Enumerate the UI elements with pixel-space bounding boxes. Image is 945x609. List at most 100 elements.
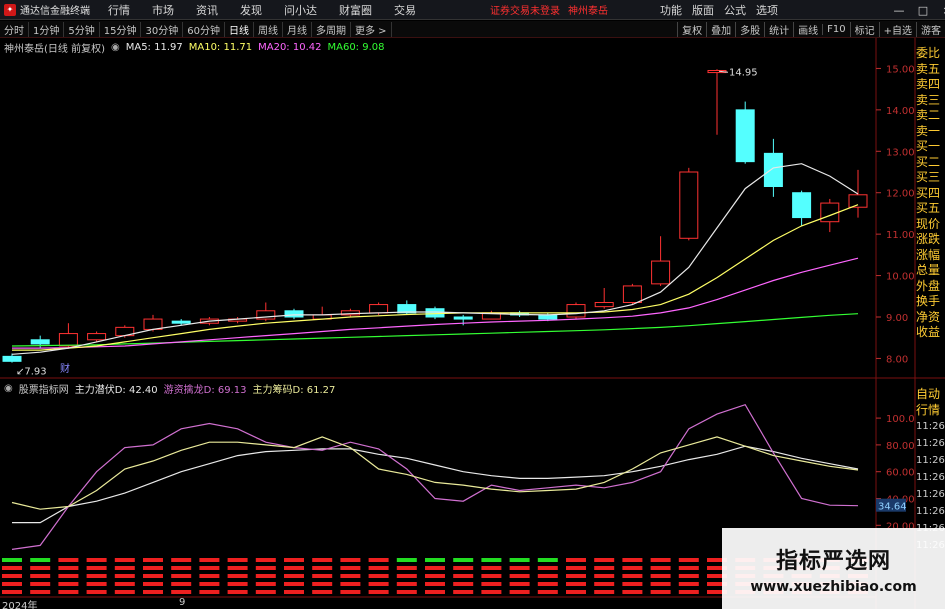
- signal-bar: [312, 566, 333, 570]
- sidebar-item[interactable]: 委比: [916, 46, 945, 62]
- signal-bar: [509, 574, 530, 578]
- signal-bar: [312, 574, 333, 578]
- signal-bar: [453, 574, 474, 578]
- sidebar-item[interactable]: 外盘: [916, 279, 945, 295]
- sidebar-item[interactable]: 涨跌: [916, 232, 945, 248]
- signal-bar: [622, 582, 643, 586]
- sidebar-quotes[interactable]: 行情: [916, 402, 945, 418]
- signal-bar: [425, 574, 445, 578]
- signal-bar: [227, 558, 248, 562]
- sidebar-item[interactable]: 卖四: [916, 77, 945, 93]
- signal-bar: [481, 558, 502, 562]
- signal-bar: [58, 582, 79, 586]
- sidebar-item[interactable]: 卖二: [916, 108, 945, 124]
- signal-bar: [284, 558, 304, 562]
- signal-bar: [368, 566, 389, 570]
- time-tick: 11:26: [916, 421, 945, 432]
- signal-bar: [566, 566, 586, 570]
- signal-bar: [453, 582, 474, 586]
- time-tick: 11:26: [916, 489, 945, 500]
- sidebar-item[interactable]: 总量: [916, 263, 945, 279]
- stock-chart[interactable]: 15.00 14.00 13.00 12.00 11.00 10.00 9.00 8.00 10…: [0, 0, 945, 609]
- sidebar-item[interactable]: 净资: [916, 310, 945, 326]
- signal-bar: [509, 566, 530, 570]
- signal-bar: [537, 566, 558, 570]
- sidebar-item[interactable]: 买五: [916, 201, 945, 217]
- signal-bar: [227, 582, 248, 586]
- signal-bar: [255, 574, 276, 578]
- candle-body: [58, 333, 78, 347]
- signal-bar: [396, 582, 417, 586]
- watermark: 指标严选网 www.xuezhibiao.com: [722, 528, 945, 609]
- signal-bar: [453, 590, 474, 594]
- sidebar-auto[interactable]: 自动: [916, 386, 945, 402]
- signal-bar: [312, 590, 333, 594]
- sidebar-item[interactable]: 买一: [916, 139, 945, 155]
- signal-bar: [284, 582, 304, 586]
- signal-bar: [537, 574, 558, 578]
- signal-bar: [594, 558, 615, 562]
- signal-bar: [509, 590, 530, 594]
- indicator-title: 股票指标网: [18, 384, 69, 396]
- candle-body: [538, 314, 558, 320]
- signal-bar: [255, 590, 276, 594]
- signal-bar: [114, 558, 135, 562]
- sidebar-item[interactable]: 收益: [916, 325, 945, 341]
- signal-bar: [509, 582, 530, 586]
- quote-sidebar: 委比 卖五 卖四 卖三 卖二 卖一 买一 买二 买三 买四 买五 现价 涨跌 涨幅 总量 外盘 换手 净资 收益: [916, 46, 945, 386]
- signal-bar: [509, 558, 530, 562]
- signal-bar: [171, 590, 192, 594]
- signal-bar: [481, 590, 502, 594]
- signal-bar: [2, 582, 22, 586]
- signal-bar: [340, 590, 361, 594]
- sidebar-item[interactable]: 现价: [916, 217, 945, 233]
- signal-bar: [2, 558, 22, 562]
- signal-bar: [58, 566, 79, 570]
- indicator-line1-value: 主力潜伏D: 42.40: [74, 384, 158, 396]
- signal-bar: [396, 590, 417, 594]
- signal-bar: [30, 590, 51, 594]
- sidebar-item[interactable]: 卖一: [916, 124, 945, 140]
- candle-body: [566, 304, 586, 318]
- sidebar-item[interactable]: 买四: [916, 186, 945, 202]
- sidebar-item[interactable]: 涨幅: [916, 248, 945, 264]
- signal-bar: [537, 558, 558, 562]
- candle-body: [87, 333, 107, 341]
- sidebar-item[interactable]: 换手: [916, 294, 945, 310]
- sidebar-item[interactable]: 卖三: [916, 93, 945, 109]
- signal-bar: [425, 558, 445, 562]
- signal-bar: [312, 582, 333, 586]
- signal-bar: [199, 566, 220, 570]
- signal-bar: [171, 566, 192, 570]
- sidebar-item[interactable]: 买二: [916, 155, 945, 171]
- signal-bar: [537, 582, 558, 586]
- signal-bar: [2, 574, 22, 578]
- sidebar-item[interactable]: 买三: [916, 170, 945, 186]
- price-axis-label: 14.00: [886, 106, 915, 117]
- signal-bar: [30, 558, 51, 562]
- signal-bar: [114, 574, 135, 578]
- price-axis-label: 9.00: [886, 313, 908, 324]
- signal-bar: [340, 574, 361, 578]
- signal-bar: [678, 574, 699, 578]
- signal-bar: [30, 582, 51, 586]
- time-tick: 11:26: [916, 472, 945, 483]
- signal-bar: [537, 590, 558, 594]
- signal-bar: [199, 574, 220, 578]
- settings-dot-icon[interactable]: ◉: [4, 383, 13, 394]
- finance-marker[interactable]: 财: [60, 362, 70, 375]
- indicator-line-1: [12, 445, 859, 524]
- signal-bar: [340, 582, 361, 586]
- watermark-url: www.xuezhibiao.com: [750, 578, 917, 595]
- sidebar-item[interactable]: 卖五: [916, 62, 945, 78]
- signal-bar: [678, 590, 699, 594]
- signal-bar: [396, 558, 417, 562]
- signal-bar: [143, 566, 163, 570]
- signal-bar: [396, 574, 417, 578]
- signal-bar: [227, 566, 248, 570]
- signal-bar: [86, 574, 107, 578]
- candle-body: [820, 202, 840, 223]
- signal-bar: [396, 566, 417, 570]
- price-axis-label: 12.00: [886, 189, 915, 200]
- signal-bar: [453, 558, 474, 562]
